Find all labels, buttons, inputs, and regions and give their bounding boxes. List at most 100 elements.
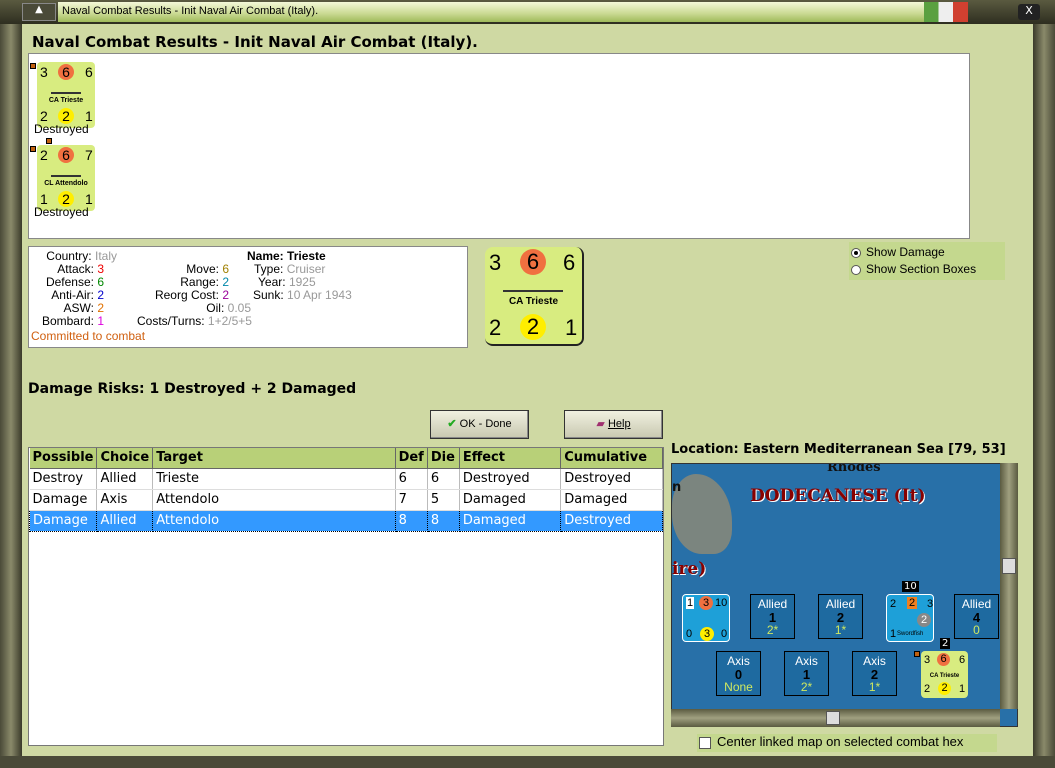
counter-value: 6 [58, 64, 74, 80]
col-die[interactable]: Die [427, 448, 460, 469]
bombard-label: Bombard: [41, 314, 94, 328]
axis-box[interactable]: Axis 0 None [716, 651, 761, 696]
scroll-thumb[interactable] [1002, 558, 1016, 574]
unit-counter-trieste[interactable]: 3 6 6 CA Trieste 2 2 1 [37, 62, 95, 128]
range-label: Range: [180, 275, 219, 289]
cell: Damaged [459, 489, 562, 511]
box-side: Axis [727, 654, 750, 668]
scroll-thumb[interactable] [826, 711, 840, 725]
ship-icon [51, 92, 81, 94]
col-target[interactable]: Target [152, 448, 396, 469]
cell: Destroyed [560, 509, 663, 532]
book-icon: ▰ [596, 418, 605, 430]
counter-value: 2 [938, 682, 951, 695]
map-label-rhodes: Rhodes [827, 463, 881, 475]
counter-value: 2 [907, 597, 918, 609]
col-cumulative[interactable]: Cumulative [560, 448, 663, 469]
checkbox-icon[interactable] [699, 736, 711, 749]
counter-value: 1 [686, 597, 695, 609]
counter-value: 0 [721, 628, 728, 640]
right-frame [1033, 24, 1055, 768]
close-button[interactable]: X [1018, 4, 1040, 20]
marker-icon [30, 63, 36, 69]
counter-name: CA Trieste [508, 296, 559, 307]
counter-name: CA Trieste [929, 673, 960, 679]
ok-done-button[interactable]: ✔ OK - Done [430, 410, 529, 439]
col-possible[interactable]: Possible [29, 448, 98, 469]
counter-value: 2 [489, 315, 502, 340]
table-row[interactable]: Destroy Allied Trieste 6 6 Destroyed Destroyed [29, 468, 663, 490]
trieste-map-counter[interactable]: 3 6 6 CA Trieste 2 2 1 [921, 651, 968, 698]
country-value: Italy [94, 249, 117, 263]
cell: Destroy [29, 468, 98, 490]
counter-value: 2 [520, 314, 546, 340]
costs-value: 1+2/5+5 [207, 314, 252, 328]
col-def[interactable]: Def [395, 448, 428, 469]
show-damage-radio[interactable]: Show Damage [849, 245, 1005, 259]
marker-icon [914, 651, 920, 657]
counter-value: 1 [959, 683, 966, 695]
center-map-label: Center linked map on selected combat hex [717, 734, 964, 749]
counter-name: CL Attendolo [44, 180, 88, 187]
counter-value: 3 [700, 627, 714, 641]
allied-box[interactable]: Allied 1 2* [750, 594, 795, 639]
table-row-selected[interactable]: Damage Allied Attendolo 8 8 Damaged Destroyed [28, 509, 663, 532]
counter-value: 3 [927, 598, 934, 610]
type-label: Type: [254, 262, 284, 276]
counter-value: 10 [715, 597, 728, 609]
help-label: Help [607, 418, 631, 430]
show-sections-radio[interactable]: Show Section Boxes [849, 262, 1005, 276]
center-map-checkbox[interactable]: Center linked map on selected combat hex [697, 734, 997, 752]
table-row[interactable]: Damage Axis Attendolo 7 5 Damaged Damaged [29, 489, 663, 511]
asw-value: 2 [97, 301, 104, 315]
counter-value: 6 [563, 250, 576, 275]
box-side: Allied [757, 597, 788, 611]
map-vertical-scrollbar[interactable] [1000, 463, 1018, 709]
cell: Allied [96, 468, 154, 490]
reorg-label: Reorg Cost: [154, 288, 219, 302]
allied-fleet-counter[interactable]: 1 3 10 0 3 0 [682, 594, 730, 642]
italy-flag-icon [924, 2, 968, 22]
defense-value: 6 [97, 275, 104, 289]
stack-count: 10 [902, 581, 919, 592]
costs-label: Costs/Turns: [137, 314, 205, 328]
move-label: Move: [186, 262, 219, 276]
sunk-value: 10 Apr 1943 [287, 288, 352, 302]
attack-value: 3 [97, 262, 104, 276]
col-effect[interactable]: Effect [459, 448, 562, 469]
radio-icon[interactable] [851, 264, 861, 275]
combat-map[interactable]: n Rhodes DODECANESE (It) ire) 1 3 10 0 3… [671, 463, 1018, 727]
axis-box[interactable]: Axis 1 2* [784, 651, 829, 696]
left-frame [0, 24, 22, 768]
cell: Attendolo [152, 509, 396, 532]
axis-box[interactable]: Axis 2 1* [852, 651, 897, 696]
help-button[interactable]: ▰ Help [564, 410, 663, 439]
counter-value: 2 [890, 598, 897, 610]
counter-value: 7 [85, 147, 93, 163]
col-choice[interactable]: Choice [96, 448, 154, 469]
counter-value: 6 [85, 64, 93, 80]
allied-box[interactable]: Allied 4 0 [954, 594, 999, 639]
combat-table: Possible Choice Target Def Die Effect Cu… [28, 447, 664, 746]
map-region-label: DODECANESE (It) [750, 486, 926, 506]
result-status: Destroyed [34, 122, 89, 136]
allied-box[interactable]: Allied 2 1* [818, 594, 863, 639]
radio-icon[interactable] [851, 247, 861, 258]
cell: 5 [427, 489, 460, 511]
swordfish-air-counter[interactable]: 2 2 3 2 1 Swordfish [886, 594, 934, 642]
cell: 8 [426, 509, 460, 532]
counter-value: 6 [520, 249, 546, 275]
counter-value: 1 [565, 315, 578, 340]
table-header: Possible Choice Target Def Die Effect Cu… [29, 448, 663, 469]
map-horizontal-scrollbar[interactable] [671, 709, 1000, 727]
year-label: Year: [258, 275, 286, 289]
damage-risks: Damage Risks: 1 Destroyed + 2 Damaged [28, 381, 357, 397]
bombard-value: 1 [97, 314, 104, 328]
cell: Damage [28, 509, 98, 532]
marker-icon [46, 138, 52, 144]
unit-counter-attendolo[interactable]: 2 6 7 CL Attendolo 1 2 1 [37, 145, 95, 211]
map-region-label: ire) [672, 559, 707, 579]
system-menu-button[interactable]: ▲ [22, 3, 56, 21]
box-side: Allied [825, 597, 856, 611]
cell: Trieste [152, 468, 396, 490]
